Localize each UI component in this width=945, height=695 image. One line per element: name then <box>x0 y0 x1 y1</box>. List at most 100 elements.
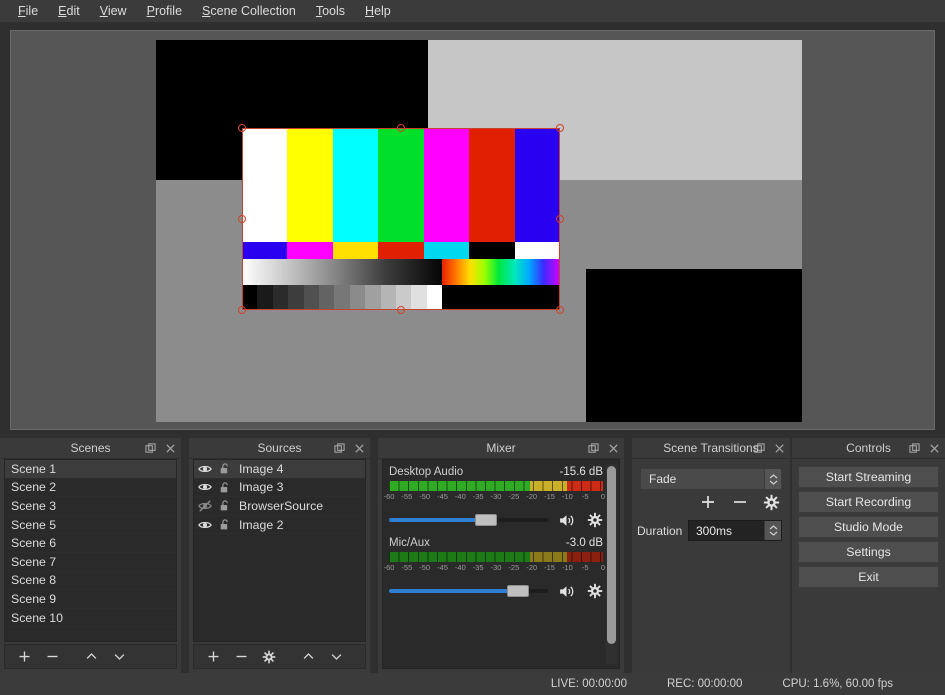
float-icon[interactable] <box>588 443 599 454</box>
speaker-icon[interactable] <box>558 512 575 529</box>
slider-handle[interactable] <box>507 585 529 597</box>
menu-item-scene-collection[interactable]: Scene Collection <box>192 1 306 21</box>
scene-list-item[interactable]: Scene 7 <box>5 553 176 572</box>
scene-list-item[interactable]: Scene 9 <box>5 590 176 609</box>
start-recording-button[interactable]: Start Recording <box>798 491 939 513</box>
volume-slider[interactable] <box>389 511 548 529</box>
exit-button[interactable]: Exit <box>798 566 939 588</box>
move-scene-up-button[interactable] <box>78 646 104 667</box>
chevron-down-icon <box>769 531 778 536</box>
resize-handle-icon[interactable] <box>238 215 246 223</box>
close-icon[interactable] <box>354 443 365 454</box>
transition-properties-button[interactable] <box>763 494 780 514</box>
mixer-scrollbar-thumb[interactable] <box>607 466 616 644</box>
scene-list-item[interactable]: Scene 3 <box>5 497 176 516</box>
source-list-item[interactable]: Image 2 <box>194 516 365 535</box>
eye-icon[interactable] <box>198 480 212 494</box>
test-pattern-source[interactable] <box>242 128 560 310</box>
menu-item-tools[interactable]: Tools <box>306 1 355 21</box>
remove-source-button[interactable] <box>228 646 254 667</box>
source-name: Image 4 <box>239 462 283 476</box>
source-list-item[interactable]: BrowserSource <box>194 497 365 516</box>
gear-icon[interactable] <box>587 512 603 528</box>
control-button-label: Start Streaming <box>826 470 911 484</box>
source-properties-button[interactable] <box>256 646 282 667</box>
menu-item-help[interactable]: Help <box>355 1 401 21</box>
close-icon[interactable] <box>774 443 785 454</box>
gear-icon[interactable] <box>587 583 603 599</box>
resize-handle-icon[interactable] <box>556 215 564 223</box>
scene-list-item[interactable]: Scene 5 <box>5 516 176 535</box>
transition-select[interactable]: Fade <box>640 468 782 490</box>
float-icon[interactable] <box>909 443 920 454</box>
sources-list[interactable]: Image 4 Image 3BrowserSourceImage 2 <box>194 460 365 641</box>
resize-handle-icon[interactable] <box>238 124 246 132</box>
duration-spinner[interactable] <box>764 521 781 540</box>
eye-icon[interactable] <box>198 518 212 532</box>
scene-list-item[interactable]: Scene 10 <box>5 609 176 628</box>
eye-icon[interactable] <box>198 462 212 476</box>
move-source-up-button[interactable] <box>295 646 321 667</box>
duration-input[interactable]: 300ms <box>688 520 782 541</box>
transitions-title-label: Scene Transitions <box>663 441 758 455</box>
start-streaming-button[interactable]: Start Streaming <box>798 466 939 488</box>
float-icon[interactable] <box>334 443 345 454</box>
slider-fill <box>389 589 513 593</box>
eye-slash-icon[interactable] <box>198 499 212 513</box>
close-icon[interactable] <box>608 443 619 454</box>
menu-item-profile[interactable]: Profile <box>137 1 192 21</box>
close-icon[interactable] <box>929 443 940 454</box>
remove-scene-button[interactable] <box>39 646 65 667</box>
menu-item-view[interactable]: View <box>90 1 137 21</box>
scene-list-item[interactable]: Scene 1 <box>5 460 176 479</box>
scene-name: Scene 3 <box>11 499 56 513</box>
add-scene-button[interactable] <box>11 646 37 667</box>
preview-area[interactable] <box>10 30 935 430</box>
menu-item-edit[interactable]: Edit <box>48 1 90 21</box>
control-button-label: Settings <box>846 545 890 559</box>
source-list-item[interactable]: Image 3 <box>194 479 365 498</box>
lock-open-icon[interactable] <box>218 462 231 475</box>
mixer-channel-db: -3.0 dB <box>566 537 603 549</box>
menu-item-file[interactable]: File <box>8 1 48 21</box>
move-source-down-button[interactable] <box>323 646 349 667</box>
float-icon[interactable] <box>754 443 765 454</box>
lock-open-icon[interactable] <box>218 481 231 494</box>
volume-meter <box>389 552 603 562</box>
mixer-scrollbar[interactable] <box>606 464 617 664</box>
studio-mode-button[interactable]: Studio Mode <box>798 516 939 538</box>
mixer-channel-header: Mic/Aux-3.0 dB <box>389 537 603 549</box>
slider-handle[interactable] <box>475 514 497 526</box>
meter-scale-tick: -35 <box>473 563 484 572</box>
add-source-button[interactable] <box>200 646 226 667</box>
remove-transition-button[interactable] <box>731 493 749 514</box>
add-transition-button[interactable] <box>699 493 717 514</box>
chevron-down-icon <box>112 649 127 664</box>
lock-open-icon[interactable] <box>218 499 231 512</box>
meter-scale-tick: 0 <box>601 563 605 572</box>
volume-slider[interactable] <box>389 582 548 600</box>
float-icon[interactable] <box>145 443 156 454</box>
resize-handle-icon[interactable] <box>397 306 405 314</box>
minus-icon <box>234 649 249 664</box>
speaker-icon[interactable] <box>558 583 575 600</box>
source-list-item[interactable]: Image 4 <box>194 460 365 479</box>
move-scene-down-button[interactable] <box>106 646 132 667</box>
lock-open-icon[interactable] <box>218 518 231 531</box>
resize-handle-icon[interactable] <box>238 306 246 314</box>
status-bar: LIVE: 00:00:00 REC: 00:00:00 CPU: 1.6%, … <box>0 673 945 695</box>
plus-icon <box>699 493 717 511</box>
scenes-list[interactable]: Scene 1Scene 2Scene 3Scene 5Scene 6Scene… <box>5 460 176 641</box>
mixer-channel-db: -15.6 dB <box>560 466 603 478</box>
settings-button[interactable]: Settings <box>798 541 939 563</box>
preview-canvas[interactable] <box>146 40 802 422</box>
resize-handle-icon[interactable] <box>397 124 405 132</box>
scene-list-item[interactable]: Scene 8 <box>5 572 176 591</box>
scene-list-item[interactable]: Scene 2 <box>5 479 176 498</box>
resize-handle-icon[interactable] <box>556 306 564 314</box>
scene-list-item[interactable]: Scene 6 <box>5 534 176 553</box>
close-icon[interactable] <box>165 443 176 454</box>
transitions-dock-title: Scene Transitions <box>632 438 790 459</box>
resize-handle-icon[interactable] <box>556 124 564 132</box>
transition-select-arrows[interactable] <box>764 469 781 489</box>
